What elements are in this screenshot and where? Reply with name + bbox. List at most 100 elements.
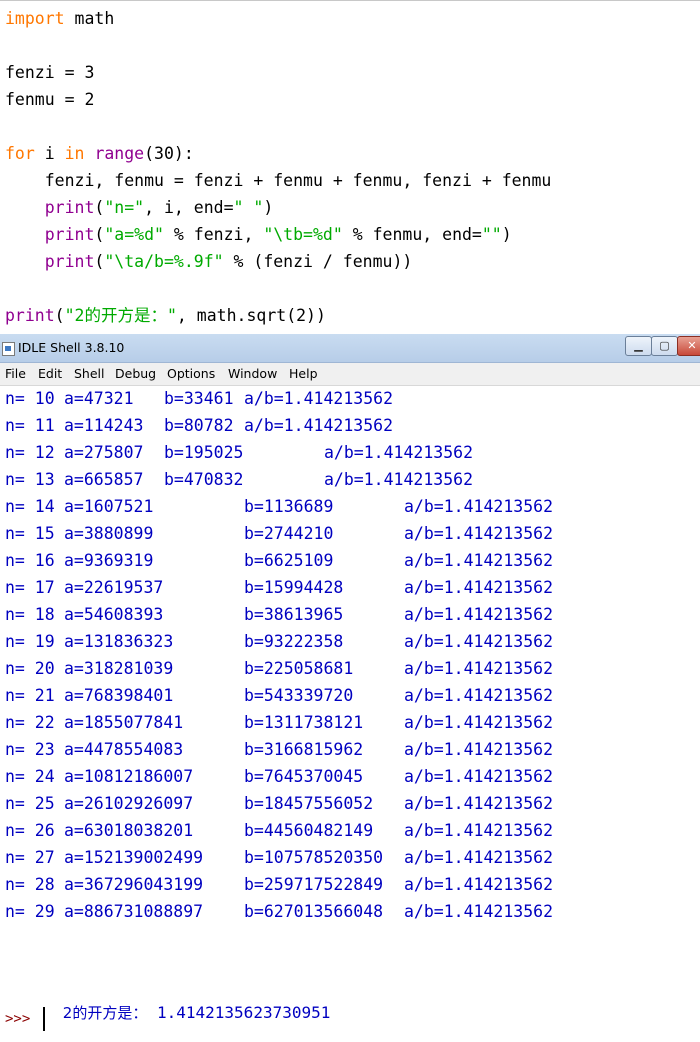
output-n: n= 23: [5, 740, 55, 759]
code-token: (30):: [144, 144, 194, 163]
output-row: n= 29 a=886731088897 b=627013566048 a/b=1.4…: [0, 899, 700, 926]
output-a: a=665857: [64, 470, 144, 489]
code-token: (: [94, 198, 105, 217]
output-a: a=22619537: [64, 578, 164, 597]
output-ratio: a/b=1.414213562: [404, 902, 554, 921]
code-line: fenzi = 3: [5, 59, 94, 86]
menu-options[interactable]: Options: [167, 366, 215, 381]
output-row: n= 17 a=22619537 b=15994428 a/b=1.414213562: [0, 575, 700, 602]
output-b: b=3166815962: [244, 740, 364, 759]
menu-shell[interactable]: Shell: [74, 366, 105, 381]
output-row: n= 23 a=4478554083 b=3166815962 a/b=1.41421…: [0, 737, 700, 764]
code-line: print("\ta/b=%.9f" % (fenzi / fenmu)): [5, 248, 413, 275]
output-n: n= 10: [5, 389, 55, 408]
code-token: print: [44, 198, 95, 217]
code-token: math: [64, 9, 115, 28]
code-token: "\ta/b=%.9f": [104, 252, 224, 271]
output-n: n= 24: [5, 767, 55, 786]
code-token: , i, end=: [144, 198, 234, 217]
menu-edit[interactable]: Edit: [38, 366, 62, 381]
output-a: a=367296043199: [64, 875, 204, 894]
output-row: n= 14 a=1607521 b=1136689 a/b=1.414213562: [0, 494, 700, 521]
output-ratio: a/b=1.414213562: [324, 470, 474, 489]
output-a: a=54608393: [64, 605, 164, 624]
output-ratio: a/b=1.414213562: [404, 713, 554, 732]
code-line: fenmu = 2: [5, 86, 94, 113]
output-n: n= 27: [5, 848, 55, 867]
code-token: % fenmu, end=: [342, 225, 482, 244]
output-ratio: a/b=1.414213562: [404, 686, 554, 705]
output-row: n= 16 a=9369319 b=6625109 a/b=1.414213562: [0, 548, 700, 575]
output-ratio: a/b=1.414213562: [404, 524, 554, 543]
code-token: for: [5, 144, 35, 163]
output-row: n= 12 a=275807 b=195025 a/b=1.414213562: [0, 440, 700, 467]
code-token: "2的开方是：": [64, 306, 177, 325]
output-row: n= 11 a=114243 b=80782 a/b=1.414213562: [0, 413, 700, 440]
code-token: , math.sqrt(2)): [176, 306, 326, 325]
output-b: b=1136689: [244, 497, 334, 516]
output-row: n= 28 a=367296043199 b=259717522849 a/b=1.4…: [0, 872, 700, 899]
shell-output[interactable]: n= 29 a=886731088897 b=627013566048 a/b=1.4…: [0, 386, 700, 1031]
menu-window[interactable]: Window: [228, 366, 277, 381]
code-token: print: [44, 252, 95, 271]
output-row: n= 10 a=47321 b=33461 a/b=1.414213562: [0, 386, 700, 413]
code-token: fenmu = 2: [5, 90, 95, 109]
output-ratio: a/b=1.414213562: [404, 497, 554, 516]
output-ratio: a/b=1.414213562: [404, 551, 554, 570]
code-token: "\tb=%d": [263, 225, 343, 244]
code-token: fenzi = 3: [5, 63, 95, 82]
output-b: b=225058681: [244, 659, 354, 678]
output-b: b=627013566048: [244, 902, 384, 921]
code-editor[interactable]: import math fenzi = 3 fenmu = 2 for i in ra…: [0, 0, 700, 335]
output-b: b=107578520350: [244, 848, 384, 867]
output-row: n= 22 a=1855077841 b=1311738121 a/b=1.41421…: [0, 710, 700, 737]
code-line: print("a=%d" % fenzi, "\tb=%d" % fenmu, …: [5, 221, 512, 248]
code-token: fenzi, fenmu = fenzi + fenmu + fenmu, fe…: [5, 171, 552, 190]
output-ratio: a/b=1.414213562: [404, 659, 554, 678]
output-row: n= 19 a=131836323 b=93222358 a/b=1.41421356…: [0, 629, 700, 656]
close-icon[interactable]: ✕: [677, 336, 700, 356]
output-b: b=33461: [164, 389, 234, 408]
output-ratio: a/b=1.414213562: [404, 632, 554, 651]
output-n: n= 14: [5, 497, 55, 516]
menu-help[interactable]: Help: [289, 366, 318, 381]
menu-debug[interactable]: Debug: [115, 366, 156, 381]
shell-prompt: >>>: [5, 1011, 31, 1027]
code-token: i: [34, 144, 65, 163]
minimize-icon[interactable]: ▁: [625, 336, 652, 356]
code-token: "n=": [104, 198, 145, 217]
code-line: print("2的开方是：", math.sqrt(2)): [5, 302, 326, 329]
output-ratio: a/b=1.414213562: [404, 605, 554, 624]
output-n: n= 25: [5, 794, 55, 813]
output-n: n= 20: [5, 659, 55, 678]
maximize-icon[interactable]: ▢: [651, 336, 678, 356]
output-a: a=10812186007: [64, 767, 194, 786]
code-line: import math: [5, 5, 114, 32]
output-ratio: a/b=1.414213562: [404, 821, 554, 840]
code-line: print("n=", i, end=" "): [5, 194, 274, 221]
output-a: a=768398401: [64, 686, 174, 705]
code-line: for i in range(30):: [5, 140, 194, 167]
output-n: n= 18: [5, 605, 55, 624]
code-token: in: [64, 144, 85, 163]
output-row: n= 27 a=152139002499 b=107578520350 a/b=1.4…: [0, 845, 700, 872]
idle-shell-window: IDLE Shell 3.8.10 ▁ ▢ ✕ File Edit Shell …: [0, 334, 700, 1031]
output-n: n= 16: [5, 551, 55, 570]
menu-file[interactable]: File: [5, 366, 26, 381]
output-b: b=543339720: [244, 686, 354, 705]
output-ratio: a/b=1.414213562: [244, 416, 394, 435]
output-row: n= 20 a=318281039 b=225058681 a/b=1.4142135…: [0, 656, 700, 683]
title-bar[interactable]: IDLE Shell 3.8.10 ▁ ▢ ✕: [0, 334, 700, 363]
output-a: a=3880899: [64, 524, 154, 543]
output-row: n= 21 a=768398401 b=543339720 a/b=1.4142135…: [0, 683, 700, 710]
output-n: n= 21: [5, 686, 55, 705]
code-token: print: [5, 306, 55, 325]
idle-app-icon: [2, 342, 15, 356]
code-token: % fenzi,: [163, 225, 264, 244]
output-ratio: a/b=1.414213562: [324, 443, 474, 462]
code-token: range: [94, 144, 145, 163]
